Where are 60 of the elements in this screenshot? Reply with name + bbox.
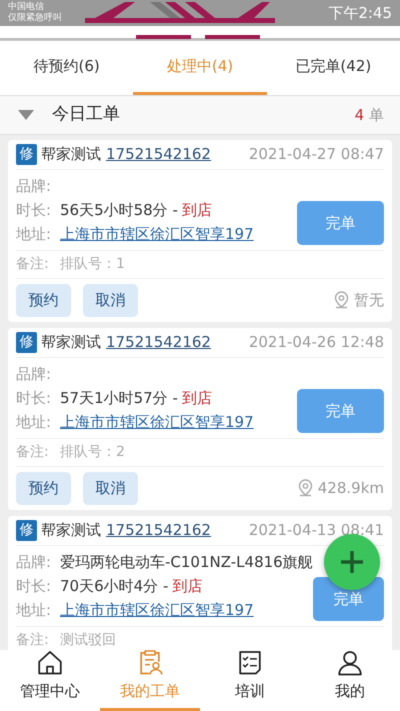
location-pin-icon <box>296 479 314 498</box>
cancel-button[interactable]: 取消 <box>83 472 138 505</box>
status-text: 到店 <box>182 388 212 409</box>
repair-tag: 修 <box>16 144 37 165</box>
field-label: 品牌: <box>16 552 52 573</box>
remark-text: 测试驳回 <box>60 631 116 650</box>
home-icon <box>37 650 63 676</box>
carrier-name: 中国电信 <box>8 2 45 12</box>
distance-text: 428.9km <box>318 478 384 500</box>
plus-icon <box>340 550 364 574</box>
field-label: 品牌: <box>16 364 52 385</box>
appointment-button[interactable]: 预约 <box>16 284 71 317</box>
distance-text: 暂无 <box>354 290 384 312</box>
order-date: 2021-04-26 12:48 <box>248 332 384 354</box>
duration-value: 70天6小时4分 - <box>60 576 168 597</box>
status-text: 到店 <box>172 576 202 597</box>
remark-text: 排队号：2 <box>60 443 125 462</box>
person-icon <box>337 650 363 676</box>
customer-name: 帮家测试 <box>41 144 101 166</box>
remark-text: 排队号：1 <box>60 255 125 274</box>
carrier-note: 仅限紧急呼叫 <box>8 13 62 24</box>
duration-value: 56天5小时58分 - <box>60 200 178 221</box>
repair-tag: 修 <box>16 520 37 541</box>
nav-tab[interactable]: 我的 <box>300 650 400 711</box>
cancel-button[interactable]: 取消 <box>83 284 138 317</box>
tab[interactable]: 已完单(42) <box>266 41 400 95</box>
duration-value: 57天1小时57分 - <box>60 388 178 409</box>
field-label: 时长: <box>16 576 52 597</box>
collapse-triangle-icon[interactable] <box>18 109 34 121</box>
order-date: 2021-04-13 08:41 <box>248 520 384 542</box>
order-date: 2021-04-27 08:47 <box>248 144 384 166</box>
field-label: 地址: <box>16 600 52 621</box>
field-label: 品牌: <box>16 176 52 197</box>
location-pin-icon <box>333 291 350 310</box>
order-count: 4 单 <box>354 104 384 126</box>
address-link[interactable]: 上海市市辖区徐汇区智享197 <box>60 598 254 622</box>
field-label: 时长: <box>16 388 52 409</box>
checklist-icon <box>237 650 263 676</box>
address-link[interactable]: 上海市市辖区徐汇区智享197 <box>60 410 254 434</box>
phone-link[interactable]: 17521542162 <box>106 143 211 166</box>
field-label: 地址: <box>16 224 52 245</box>
brand-value: 爱玛两轮电动车-C101NZ-L4816旗舰 <box>60 552 313 573</box>
appointment-button[interactable]: 预约 <box>16 472 71 505</box>
repair-tag: 修 <box>16 332 37 353</box>
phone-link[interactable]: 17521542162 <box>106 331 211 354</box>
nav-tab[interactable]: 培训 <box>200 650 300 711</box>
customer-name: 帮家测试 <box>41 520 101 542</box>
customer-name: 帮家测试 <box>41 332 101 354</box>
field-label: 备注: <box>16 255 50 274</box>
field-label: 地址: <box>16 412 52 433</box>
field-label: 备注: <box>16 443 50 462</box>
status-text: 到店 <box>182 200 212 221</box>
phone-link[interactable]: 17521542162 <box>106 519 211 542</box>
field-label: 备注: <box>16 631 50 650</box>
clock-time: 下午2:45 <box>328 8 392 18</box>
address-link[interactable]: 上海市市辖区徐汇区智享197 <box>60 222 254 246</box>
section-title: 今日工单 <box>52 103 120 126</box>
nav-tab[interactable]: 管理中心 <box>0 650 100 711</box>
field-label: 时长: <box>16 200 52 221</box>
tab[interactable]: 待预约(6) <box>0 41 134 95</box>
